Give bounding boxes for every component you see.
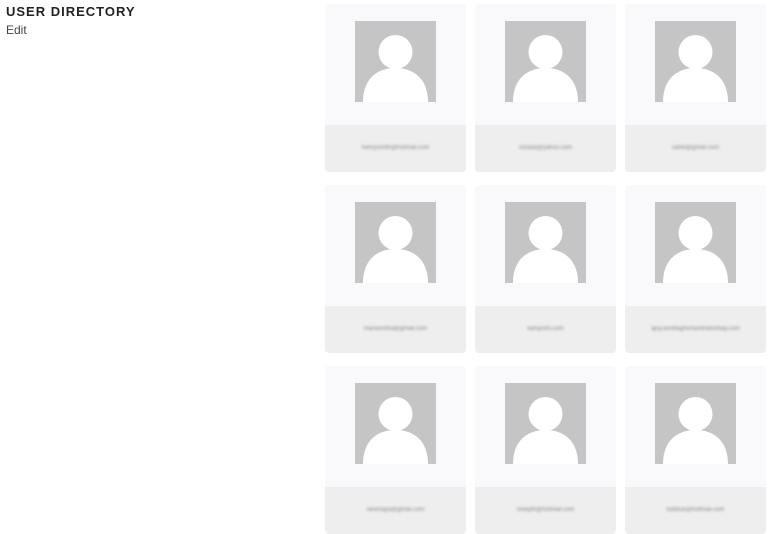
user-card[interactable]: kobbuk@hotmail.com bbox=[625, 366, 766, 534]
person-placeholder-icon[interactable] bbox=[655, 383, 736, 464]
card-email-band: sreejith@hotmail.com bbox=[475, 487, 616, 534]
user-card[interactable]: rozalia@yahoo.com bbox=[475, 4, 616, 172]
user-card[interactable]: henrysmith@hotmail.com bbox=[325, 4, 466, 172]
card-photo-area bbox=[475, 366, 616, 487]
card-photo-area bbox=[475, 4, 616, 125]
card-email-band: ajuy.amitfaghichandrakorbay.com bbox=[625, 306, 766, 353]
page-title: USER DIRECTORY bbox=[6, 4, 136, 19]
card-photo-area bbox=[625, 4, 766, 125]
user-email[interactable]: henrysmith@hotmail.com bbox=[362, 145, 430, 152]
card-photo-area bbox=[475, 185, 616, 306]
card-photo-area bbox=[325, 4, 466, 125]
person-placeholder-icon[interactable] bbox=[355, 383, 436, 464]
user-card[interactable]: liamjoshi.com bbox=[475, 185, 616, 353]
card-email-band: rozalia@yahoo.com bbox=[475, 125, 616, 172]
card-email-band: sahiti@gmail.com bbox=[625, 125, 766, 172]
person-placeholder-icon[interactable] bbox=[655, 21, 736, 102]
person-placeholder-icon[interactable] bbox=[505, 202, 586, 283]
card-email-band: liamjoshi.com bbox=[475, 306, 616, 353]
person-placeholder-icon[interactable] bbox=[355, 21, 436, 102]
card-photo-area bbox=[325, 185, 466, 306]
user-email[interactable]: sreejith@hotmail.com bbox=[517, 507, 575, 514]
user-email[interactable]: liamjoshi.com bbox=[527, 326, 563, 333]
user-email[interactable]: marianntha@gmail.com bbox=[364, 326, 427, 333]
user-email[interactable]: kobbuk@hotmail.com bbox=[667, 507, 725, 514]
card-email-band: kobbuk@hotmail.com bbox=[625, 487, 766, 534]
user-email[interactable]: ajuy.amitfaghichandrakorbay.com bbox=[651, 326, 740, 333]
user-email[interactable]: sahiti@gmail.com bbox=[672, 145, 719, 152]
card-photo-area bbox=[625, 366, 766, 487]
card-photo-area bbox=[625, 185, 766, 306]
card-email-band: marianntha@gmail.com bbox=[325, 306, 466, 353]
person-placeholder-icon[interactable] bbox=[655, 202, 736, 283]
card-photo-area bbox=[325, 366, 466, 487]
page-header: USER DIRECTORY Edit bbox=[6, 4, 136, 38]
card-email-band: henrysmith@hotmail.com bbox=[325, 125, 466, 172]
user-email[interactable]: ranimaya@gmail.com bbox=[366, 507, 424, 514]
user-card[interactable]: sreejith@hotmail.com bbox=[475, 366, 616, 534]
person-placeholder-icon[interactable] bbox=[355, 202, 436, 283]
person-placeholder-icon[interactable] bbox=[505, 21, 586, 102]
card-email-band: ranimaya@gmail.com bbox=[325, 487, 466, 534]
user-card[interactable]: ranimaya@gmail.com bbox=[325, 366, 466, 534]
user-card[interactable]: sahiti@gmail.com bbox=[625, 4, 766, 172]
user-email[interactable]: rozalia@yahoo.com bbox=[519, 145, 572, 152]
edit-link[interactable]: Edit bbox=[6, 22, 136, 38]
user-card[interactable]: ajuy.amitfaghichandrakorbay.com bbox=[625, 185, 766, 353]
person-placeholder-icon[interactable] bbox=[505, 383, 586, 464]
user-card[interactable]: marianntha@gmail.com bbox=[325, 185, 466, 353]
